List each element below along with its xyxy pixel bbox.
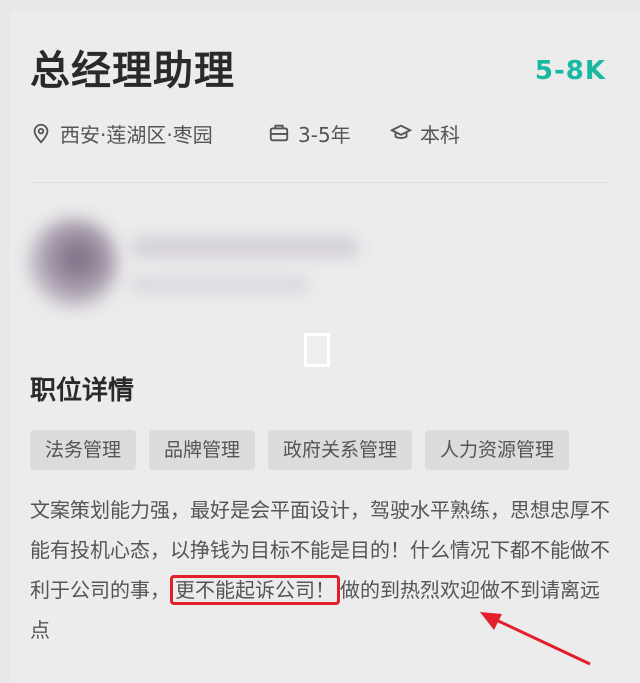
briefcase-icon xyxy=(269,124,289,142)
avatar xyxy=(28,218,118,308)
tag-brand[interactable]: 品牌管理 xyxy=(149,430,256,470)
graduation-cap-icon xyxy=(390,124,412,139)
skill-tags: 法务管理 品牌管理 政府关系管理 人力资源管理 xyxy=(30,430,570,470)
job-location: 西安·莲湖区·枣园 xyxy=(30,118,213,148)
divider xyxy=(30,182,610,183)
location-text: 西安·莲湖区·枣园 xyxy=(60,122,213,147)
job-education: 本科 xyxy=(390,118,460,148)
location-pin-icon xyxy=(33,123,49,144)
tag-human-resources[interactable]: 人力资源管理 xyxy=(425,430,570,470)
loading-indicator xyxy=(304,333,330,367)
tag-government-relations[interactable]: 政府关系管理 xyxy=(268,430,413,470)
education-text: 本科 xyxy=(420,122,460,147)
blurred-name xyxy=(130,236,360,258)
highlighted-text: 更不能起诉公司！ xyxy=(170,575,340,605)
red-arrow-annotation xyxy=(480,612,591,666)
blurred-subtitle xyxy=(130,276,310,294)
experience-text: 3-5年 xyxy=(298,122,351,147)
section-title: 职位详情 xyxy=(30,376,135,406)
tag-legal[interactable]: 法务管理 xyxy=(30,430,137,470)
salary-range: 5-8K xyxy=(534,56,606,86)
job-title: 总经理助理 xyxy=(30,48,235,94)
job-experience: 3-5年 xyxy=(268,118,351,148)
blurred-recruiter-info xyxy=(10,196,630,346)
